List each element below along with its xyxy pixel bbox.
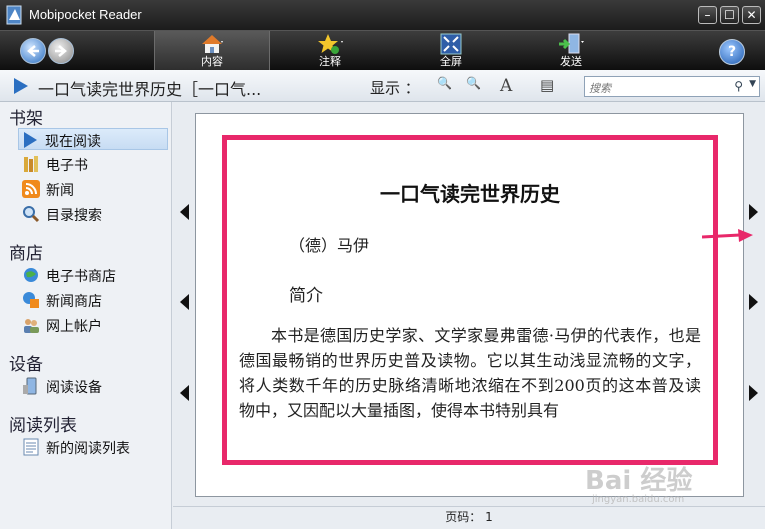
maximize-button[interactable]: ☐ xyxy=(720,6,739,24)
document-bar: 一口气读完世界历史［一口气... 显示 ： 🔍 🔍 A ▤ ⚲ ▼ xyxy=(0,70,765,102)
section-store: 商店 xyxy=(9,244,43,264)
home-icon xyxy=(202,35,223,53)
page-number: 页码： 1 xyxy=(445,510,493,524)
next-page-arrow-icon[interactable] xyxy=(749,204,758,220)
users-icon xyxy=(24,319,39,333)
book-heading: 一口气读完世界历史 xyxy=(380,182,560,206)
watermark-url: jingyan.baidu.com xyxy=(592,494,685,505)
send-button[interactable]: 发送 xyxy=(541,31,601,71)
status-bar: 页码： 1 xyxy=(173,506,765,529)
play-icon[interactable] xyxy=(12,77,30,95)
section-bookshelf: 书架 xyxy=(9,109,43,129)
prev-page-arrow-icon[interactable] xyxy=(180,204,189,220)
next-page-arrow-icon[interactable] xyxy=(749,294,758,310)
window-title: Mobipocket Reader xyxy=(29,7,142,22)
sidebar-item-news-store[interactable]: 新闻商店 xyxy=(20,289,170,311)
zoom-out-icon[interactable]: 🔍 xyxy=(437,76,452,90)
prev-page-arrow-icon[interactable] xyxy=(180,385,189,401)
magnifier-icon xyxy=(23,206,40,223)
layout-icon[interactable]: ▤ xyxy=(540,76,554,94)
font-size-icon[interactable]: A xyxy=(500,76,512,96)
star-icon xyxy=(318,34,343,54)
document-title: 一口气读完世界历史［一口气... xyxy=(38,80,262,99)
fullscreen-icon xyxy=(440,33,462,55)
sidebar-item-ebook-store[interactable]: 电子书商店 xyxy=(20,264,170,286)
content-button[interactable]: 内容 xyxy=(154,31,270,71)
title-bar: Mobipocket Reader – ☐ ✕ xyxy=(0,0,765,30)
book-author: （德）马伊 xyxy=(289,236,370,255)
sidebar-item-new-reading-list[interactable]: 新的阅读列表 xyxy=(20,436,170,458)
play-icon xyxy=(24,132,37,148)
book-body-text: 本书是德国历史学家、文学家曼弗雷德·马伊的代表作，也是德国最畅销的世界历史普及读… xyxy=(239,326,701,420)
app-icon xyxy=(6,5,22,25)
section-devices: 设备 xyxy=(9,355,43,375)
highlight-frame: 一口气读完世界历史 （德）马伊 简介 本书是德国历史学家、文学家曼弗雷德·马伊的… xyxy=(222,135,718,465)
sidebar-item-news[interactable]: 新闻 xyxy=(20,178,170,200)
back-button[interactable] xyxy=(20,38,46,64)
help-button[interactable]: ? xyxy=(719,39,745,65)
section-reading-lists: 阅读列表 xyxy=(9,416,77,436)
search-icon[interactable]: ⚲ xyxy=(734,79,743,93)
sidebar-item-reading-device[interactable]: 阅读设备 xyxy=(20,375,170,397)
fullscreen-button[interactable]: 全屏 xyxy=(421,31,481,71)
rss-icon xyxy=(22,180,40,198)
forward-button[interactable] xyxy=(48,38,74,64)
reading-area: 一口气读完世界历史 （德）马伊 简介 本书是德国历史学家、文学家曼弗雷德·马伊的… xyxy=(173,102,765,506)
intro-label: 简介 xyxy=(289,286,323,306)
main-toolbar: 内容 注释 全屏 发送 ? xyxy=(0,30,765,71)
sidebar-item-reading-now[interactable]: 现在阅读 xyxy=(18,128,168,150)
watermark: Bai 经验 xyxy=(585,466,693,496)
next-page-arrow-icon[interactable] xyxy=(749,385,758,401)
list-icon xyxy=(23,438,39,456)
annotation-arrow-icon xyxy=(702,229,753,242)
sidebar-item-catalog-search[interactable]: 目录搜索 xyxy=(20,203,170,225)
prev-page-arrow-icon[interactable] xyxy=(180,294,189,310)
arrow-left-icon xyxy=(27,45,39,57)
display-label: 显示 ： xyxy=(370,79,420,97)
search-box[interactable]: ⚲ ▼ xyxy=(584,76,760,98)
device-icon xyxy=(23,377,37,395)
sidebar: 书架 现在阅读 电子书 新闻 目录搜索 商店 电子书商店 新闻商店 网上帐户 设… xyxy=(0,102,172,529)
arrow-right-icon xyxy=(55,45,67,57)
sidebar-item-ebooks[interactable]: 电子书 xyxy=(20,153,170,175)
search-input[interactable] xyxy=(585,79,733,98)
close-button[interactable]: ✕ xyxy=(742,6,761,24)
minimize-button[interactable]: – xyxy=(698,6,717,24)
chevron-down-icon[interactable]: ▼ xyxy=(749,79,756,89)
device-send-icon xyxy=(559,33,584,54)
globe-icon xyxy=(24,268,38,282)
books-icon xyxy=(24,156,38,172)
news-globe-icon xyxy=(23,292,39,308)
sidebar-item-online-account[interactable]: 网上帐户 xyxy=(20,314,170,336)
zoom-in-icon[interactable]: 🔍 xyxy=(466,76,481,90)
annotate-button[interactable]: 注释 xyxy=(300,31,360,71)
